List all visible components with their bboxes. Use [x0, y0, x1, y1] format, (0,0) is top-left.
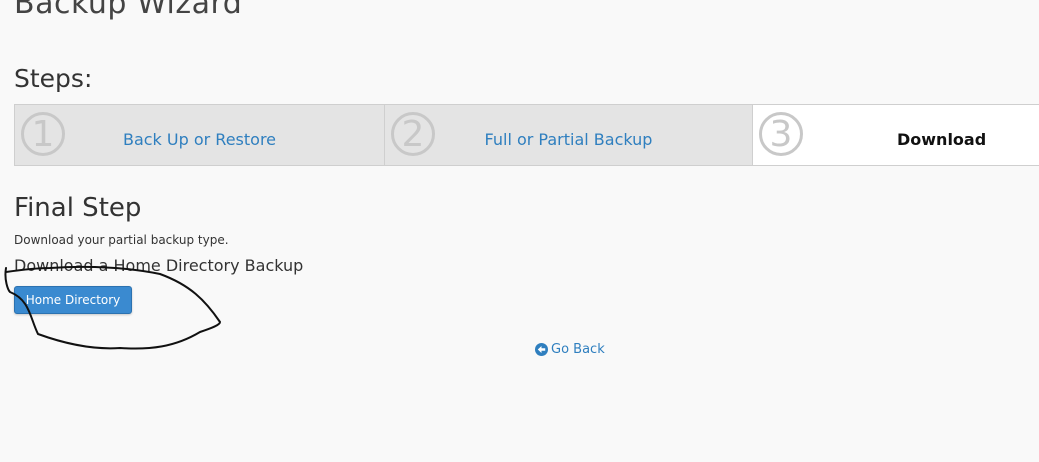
- steps-bar: 1 Back Up or Restore 2 Full or Partial B…: [14, 104, 1039, 166]
- download-home-directory-heading: Download a Home Directory Backup: [14, 256, 304, 275]
- home-directory-button[interactable]: Home Directory: [14, 286, 132, 314]
- final-step-description: Download your partial backup type.: [14, 233, 229, 247]
- step-download-active: 3 Download: [752, 105, 1039, 165]
- step-number-3: 3: [759, 112, 803, 156]
- final-step-title: Final Step: [14, 193, 142, 223]
- step-label[interactable]: Back Up or Restore: [15, 130, 384, 149]
- page-title: Backup Wizard: [14, 0, 243, 21]
- go-back-label[interactable]: Go Back: [551, 342, 605, 357]
- hand-drawn-circle-annotation: [4, 265, 222, 350]
- step-back-up-or-restore[interactable]: 1 Back Up or Restore: [14, 105, 384, 165]
- step-full-or-partial-backup[interactable]: 2 Full or Partial Backup: [384, 105, 752, 165]
- step-label: Download: [897, 130, 987, 149]
- go-back-link[interactable]: Go Back: [535, 342, 605, 357]
- steps-heading: Steps:: [14, 64, 93, 93]
- backup-wizard-page: Backup Wizard Steps: 1 Back Up or Restor…: [0, 0, 1039, 462]
- step-label[interactable]: Full or Partial Backup: [385, 130, 752, 149]
- circle-arrow-left-icon: [535, 343, 548, 356]
